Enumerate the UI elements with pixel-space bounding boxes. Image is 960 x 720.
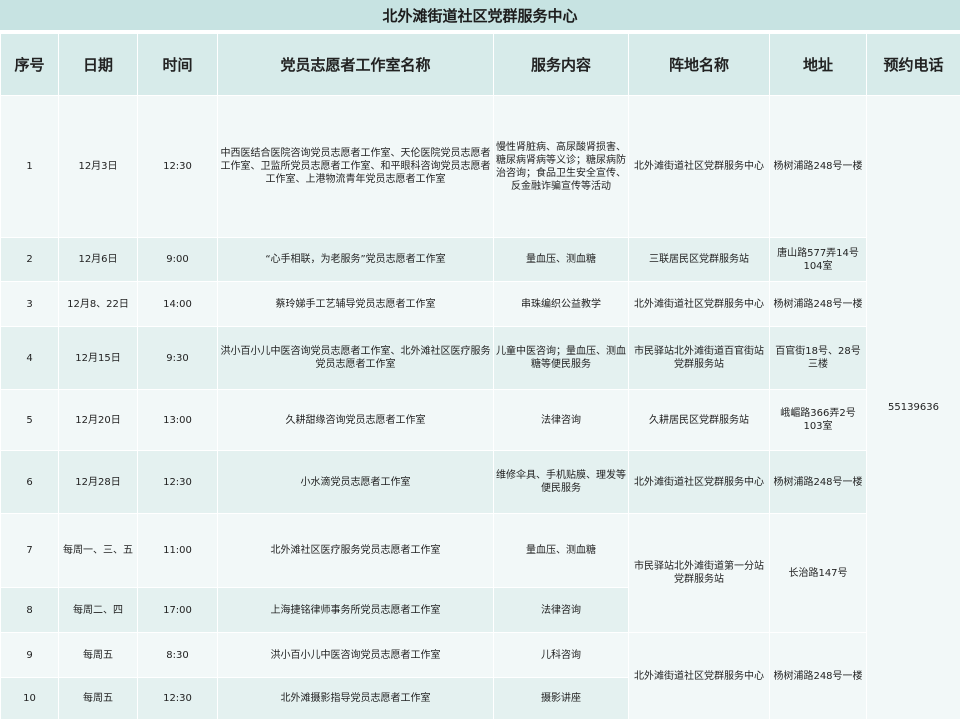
cell-date: 12月15日	[58, 326, 138, 390]
cell-site: 三联居民区党群服务站	[628, 237, 770, 282]
cell-content: 串珠编织公益教学	[493, 281, 629, 327]
cell-content: 慢性肾脏病、高尿酸肾损害、糖尿病肾病等义诊；糖尿病防治咨询；食品卫生安全宣传、反…	[493, 95, 629, 238]
table-row: 7 每周一、三、五 11:00 北外滩社区医疗服务党员志愿者工作室 量血压、测血…	[0, 513, 960, 633]
header-address: 地址	[769, 33, 867, 96]
cell-studio: 洪小百小儿中医咨询党员志愿者工作室、北外滩社区医疗服务党员志愿者工作室	[217, 326, 494, 390]
cell-date: 12月20日	[58, 389, 138, 451]
cell-no: 10	[0, 677, 59, 720]
header-time: 时间	[137, 33, 218, 96]
cell-no: 9	[0, 632, 59, 678]
cell-time: 12:30	[137, 677, 218, 720]
header-date: 日期	[58, 33, 138, 96]
cell-studio: 久耕甜缘咨询党员志愿者工作室	[217, 389, 494, 451]
table-row: 5 12月20日 13:00 久耕甜缘咨询党员志愿者工作室 法律咨询 久耕居民区…	[0, 389, 960, 451]
cell-studio: 北外滩社区医疗服务党员志愿者工作室	[217, 513, 494, 588]
cell-content: 法律咨询	[493, 389, 629, 451]
header-phone: 预约电话	[866, 33, 960, 96]
cell-content: 量血压、测血糖	[493, 513, 629, 588]
cell-address: 百官街18号、28号三楼	[769, 326, 867, 390]
cell-address: 杨树浦路248号一楼	[769, 95, 867, 238]
cell-studio: 小水滴党员志愿者工作室	[217, 450, 494, 514]
cell-date: 12月3日	[58, 95, 138, 238]
cell-site-merged: 北外滩街道社区党群服务中心	[628, 632, 770, 720]
cell-content: 摄影讲座	[493, 677, 629, 720]
cell-time: 12:30	[137, 95, 218, 238]
header-content: 服务内容	[493, 33, 629, 96]
table-row: 6 12月28日 12:30 小水滴党员志愿者工作室 维修伞具、手机贴膜、理发等…	[0, 450, 960, 514]
page: 北外滩街道社区党群服务中心 序号 日期 时间 党员志愿者工作室名称 服务内容 阵…	[0, 0, 960, 720]
cell-no: 1	[0, 95, 59, 238]
cell-date: 每周五	[58, 677, 138, 720]
cell-address: 杨树浦路248号一楼	[769, 281, 867, 327]
cell-studio: “心手相联，为老服务”党员志愿者工作室	[217, 237, 494, 282]
cell-content: 法律咨询	[493, 587, 629, 633]
header-no: 序号	[0, 33, 59, 96]
cell-time: 8:30	[137, 632, 218, 678]
cell-no: 5	[0, 389, 59, 451]
cell-content: 维修伞具、手机贴膜、理发等便民服务	[493, 450, 629, 514]
header-site: 阵地名称	[628, 33, 770, 96]
cell-address-merged: 杨树浦路248号一楼	[769, 632, 867, 720]
header-row: 序号 日期 时间 党员志愿者工作室名称 服务内容 阵地名称 地址 预约电话	[0, 33, 960, 96]
cell-date: 12月6日	[58, 237, 138, 282]
cell-time: 9:00	[137, 237, 218, 282]
cell-site: 市民驿站北外滩街道百官街站党群服务站	[628, 326, 770, 390]
cell-date: 每周五	[58, 632, 138, 678]
cell-date: 每周二、四	[58, 587, 138, 633]
cell-address-merged: 长治路147号	[769, 513, 867, 633]
cell-address: 杨树浦路248号一楼	[769, 450, 867, 514]
cell-studio: 蔡玲娣手工艺辅导党员志愿者工作室	[217, 281, 494, 327]
cell-studio: 北外滩摄影指导党员志愿者工作室	[217, 677, 494, 720]
page-title: 北外滩街道社区党群服务中心	[0, 0, 960, 33]
cell-time: 14:00	[137, 281, 218, 327]
cell-no: 2	[0, 237, 59, 282]
cell-site: 北外滩街道社区党群服务中心	[628, 281, 770, 327]
cell-date: 12月8、22日	[58, 281, 138, 327]
cell-no: 4	[0, 326, 59, 390]
cell-content: 儿科咨询	[493, 632, 629, 678]
table-row: 3 12月8、22日 14:00 蔡玲娣手工艺辅导党员志愿者工作室 串珠编织公益…	[0, 281, 960, 327]
cell-no: 3	[0, 281, 59, 327]
cell-site: 北外滩街道社区党群服务中心	[628, 450, 770, 514]
cell-studio: 上海捷铭律师事务所党员志愿者工作室	[217, 587, 494, 633]
table-row: 1 12月3日 12:30 中西医结合医院咨询党员志愿者工作室、天伦医院党员志愿…	[0, 95, 960, 720]
cell-time: 17:00	[137, 587, 218, 633]
cell-phone: 55139636	[866, 95, 960, 720]
cell-site: 北外滩街道社区党群服务中心	[628, 95, 770, 238]
cell-time: 11:00	[137, 513, 218, 588]
cell-site: 久耕居民区党群服务站	[628, 389, 770, 451]
header-studio: 党员志愿者工作室名称	[217, 33, 494, 96]
table-row: 4 12月15日 9:30 洪小百小儿中医咨询党员志愿者工作室、北外滩社区医疗服…	[0, 326, 960, 390]
cell-no: 6	[0, 450, 59, 514]
cell-date: 12月28日	[58, 450, 138, 514]
cell-no: 8	[0, 587, 59, 633]
cell-date: 每周一、三、五	[58, 513, 138, 588]
cell-no: 7	[0, 513, 59, 588]
cell-studio: 中西医结合医院咨询党员志愿者工作室、天伦医院党员志愿者工作室、卫监所党员志愿者工…	[217, 95, 494, 238]
cell-studio: 洪小百小儿中医咨询党员志愿者工作室	[217, 632, 494, 678]
cell-content: 儿童中医咨询；量血压、测血糖等便民服务	[493, 326, 629, 390]
cell-time: 13:00	[137, 389, 218, 451]
cell-address: 唐山路577弄14号104室	[769, 237, 867, 282]
cell-address: 峨嵋路366弄2号103室	[769, 389, 867, 451]
table-row: 2 12月6日 9:00 “心手相联，为老服务”党员志愿者工作室 量血压、测血糖…	[0, 237, 960, 282]
cell-content: 量血压、测血糖	[493, 237, 629, 282]
cell-site-merged: 市民驿站北外滩街道第一分站党群服务站	[628, 513, 770, 633]
schedule-table: 序号 日期 时间 党员志愿者工作室名称 服务内容 阵地名称 地址 预约电话 1 …	[0, 33, 960, 720]
table-row: 9 每周五 8:30 洪小百小儿中医咨询党员志愿者工作室 儿科咨询 北外滩街道社…	[0, 632, 960, 720]
cell-time: 12:30	[137, 450, 218, 514]
cell-time: 9:30	[137, 326, 218, 390]
